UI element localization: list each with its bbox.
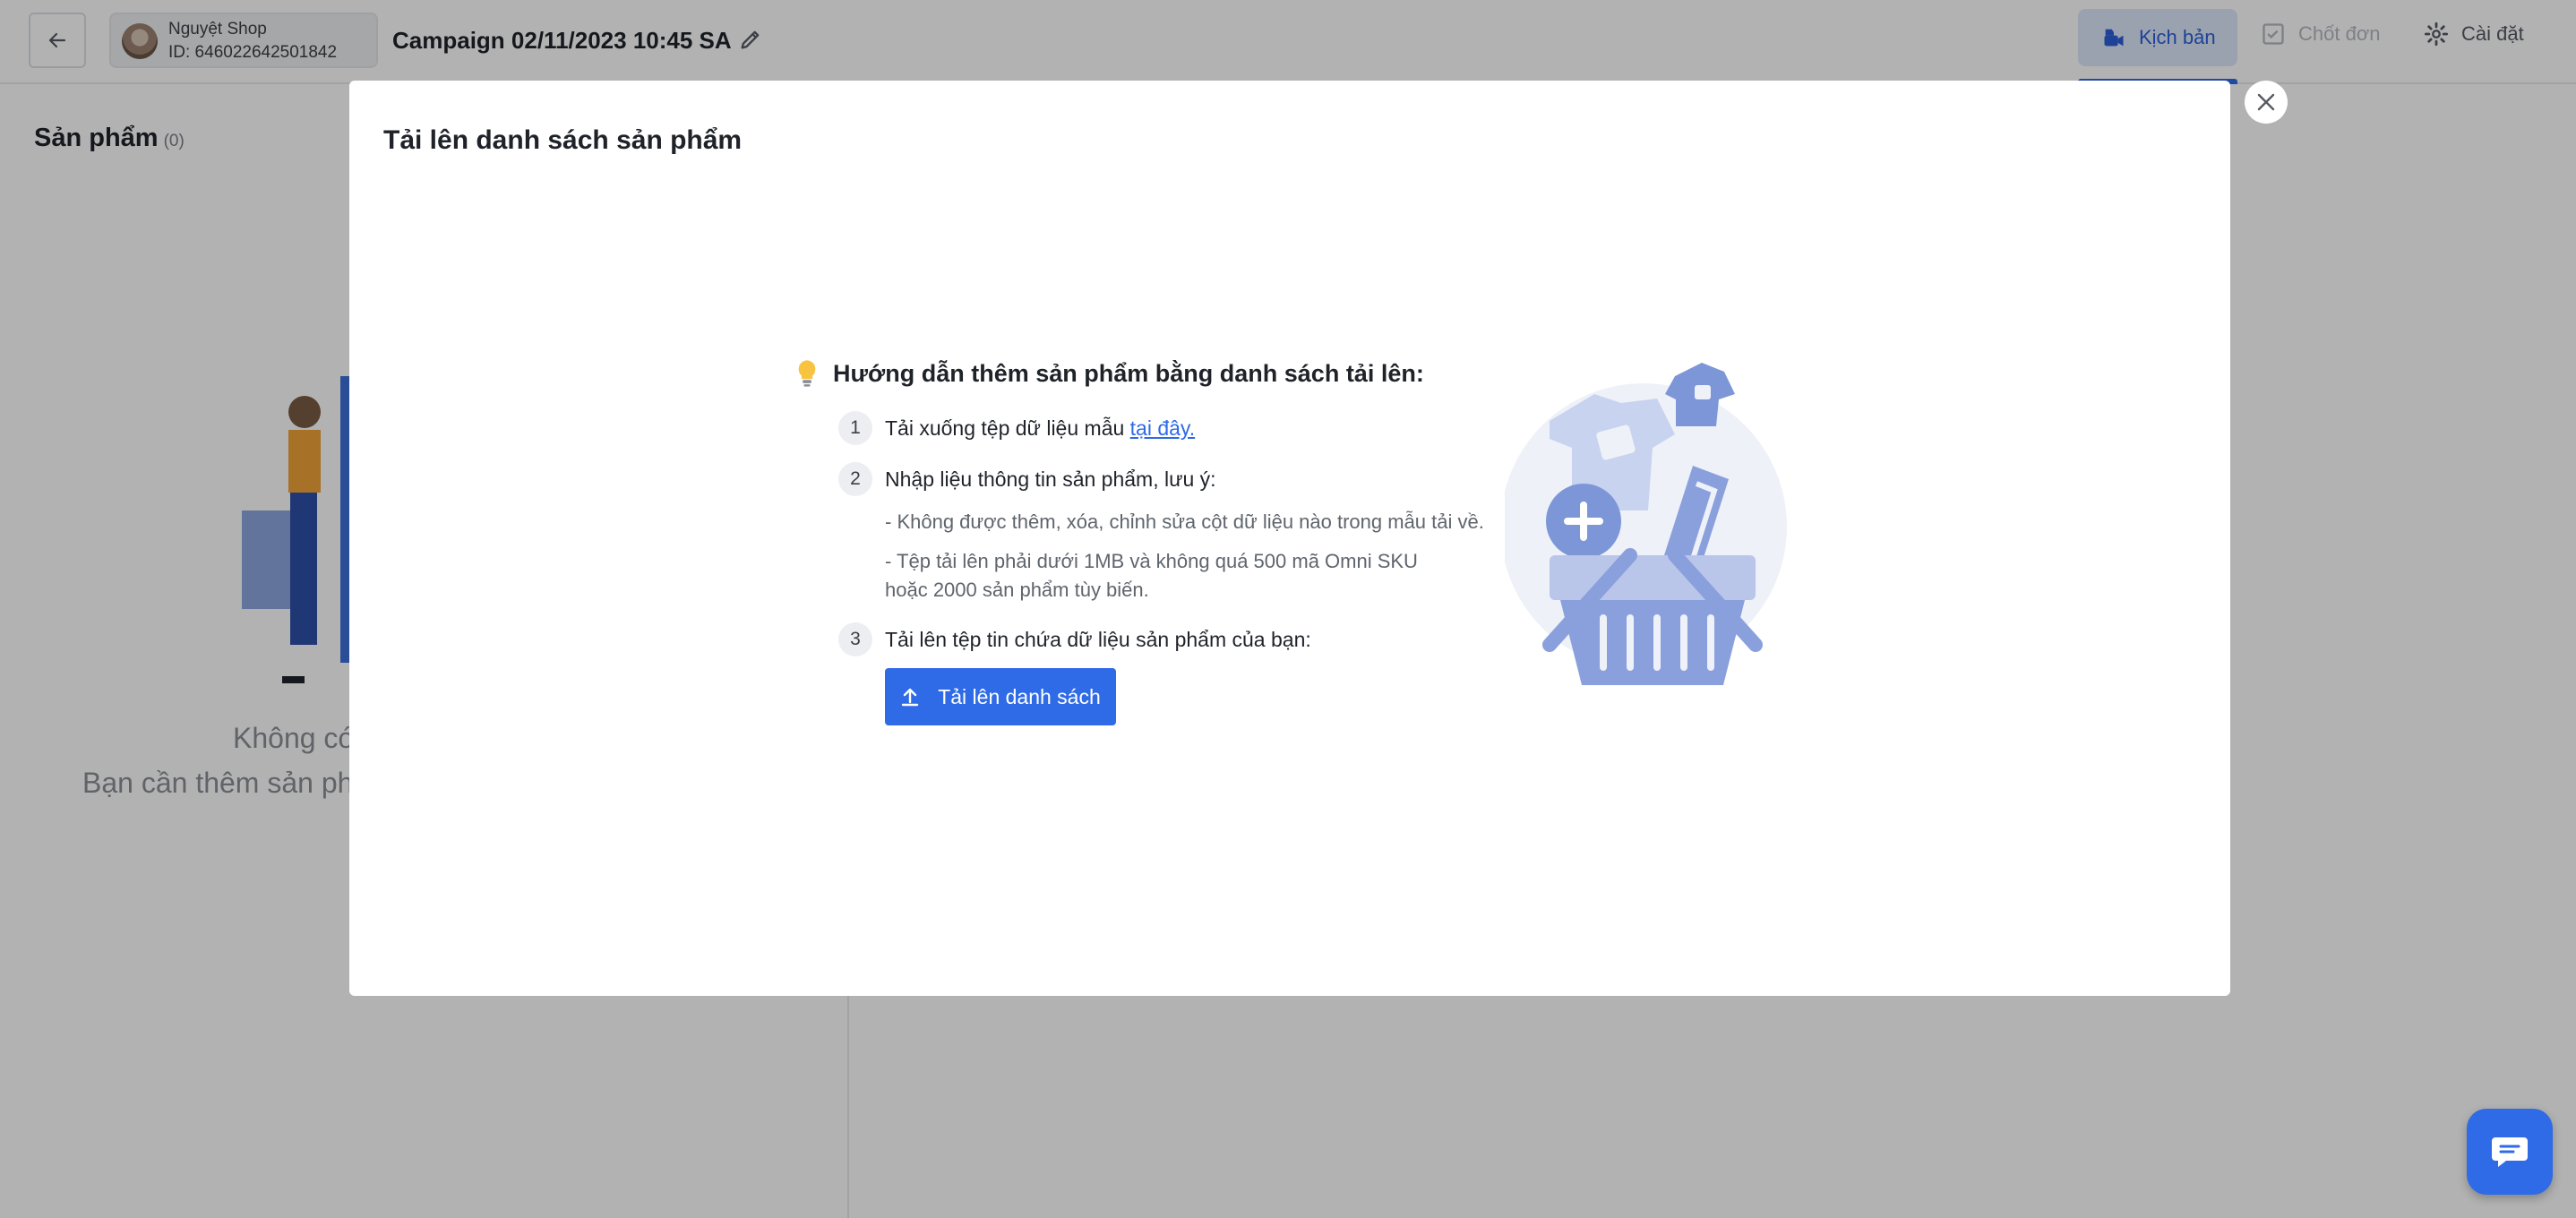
step-text: Nhập liệu thông tin sản phẩm, lưu ý: [885, 467, 1216, 491]
step-number: 2 [838, 462, 872, 496]
guide-title: Hướng dẫn thêm sản phẩm bằng danh sách t… [833, 359, 1424, 387]
template-download-link[interactable]: tại đây. [1130, 416, 1195, 440]
step-number: 1 [838, 411, 872, 445]
step-text: Tải xuống tệp dữ liệu mẫu tại đây. [885, 416, 1195, 441]
lightbulb-icon [798, 360, 816, 387]
step-1-text: Tải xuống tệp dữ liệu mẫu [885, 416, 1130, 440]
chat-support-button[interactable] [2467, 1109, 2553, 1195]
note-item: - Không được thêm, xóa, chỉnh sửa cột dữ… [885, 510, 1484, 533]
upload-list-button[interactable]: Tải lên danh sách [885, 668, 1116, 725]
upload-list-button-label: Tải lên danh sách [938, 684, 1101, 708]
modal-title: Tải lên danh sách sản phẩm [383, 125, 743, 155]
upload-icon [902, 688, 919, 707]
upload-modal: Tải lên danh sách sản phẩm Hướng dẫn thê… [349, 81, 2230, 996]
step-number: 3 [838, 622, 872, 656]
product-basket-illustration [1505, 363, 1787, 685]
chat-icon [2492, 1137, 2528, 1167]
modal-close-button[interactable] [2245, 81, 2288, 124]
close-icon [2257, 93, 2275, 111]
step-text: Tải lên tệp tin chứa dữ liệu sản phẩm củ… [885, 628, 1311, 651]
guide-heading: Hướng dẫn thêm sản phẩm bằng danh sách t… [794, 358, 1424, 389]
note-item: hoặc 2000 sản phẩm tùy biến. [885, 579, 1149, 601]
